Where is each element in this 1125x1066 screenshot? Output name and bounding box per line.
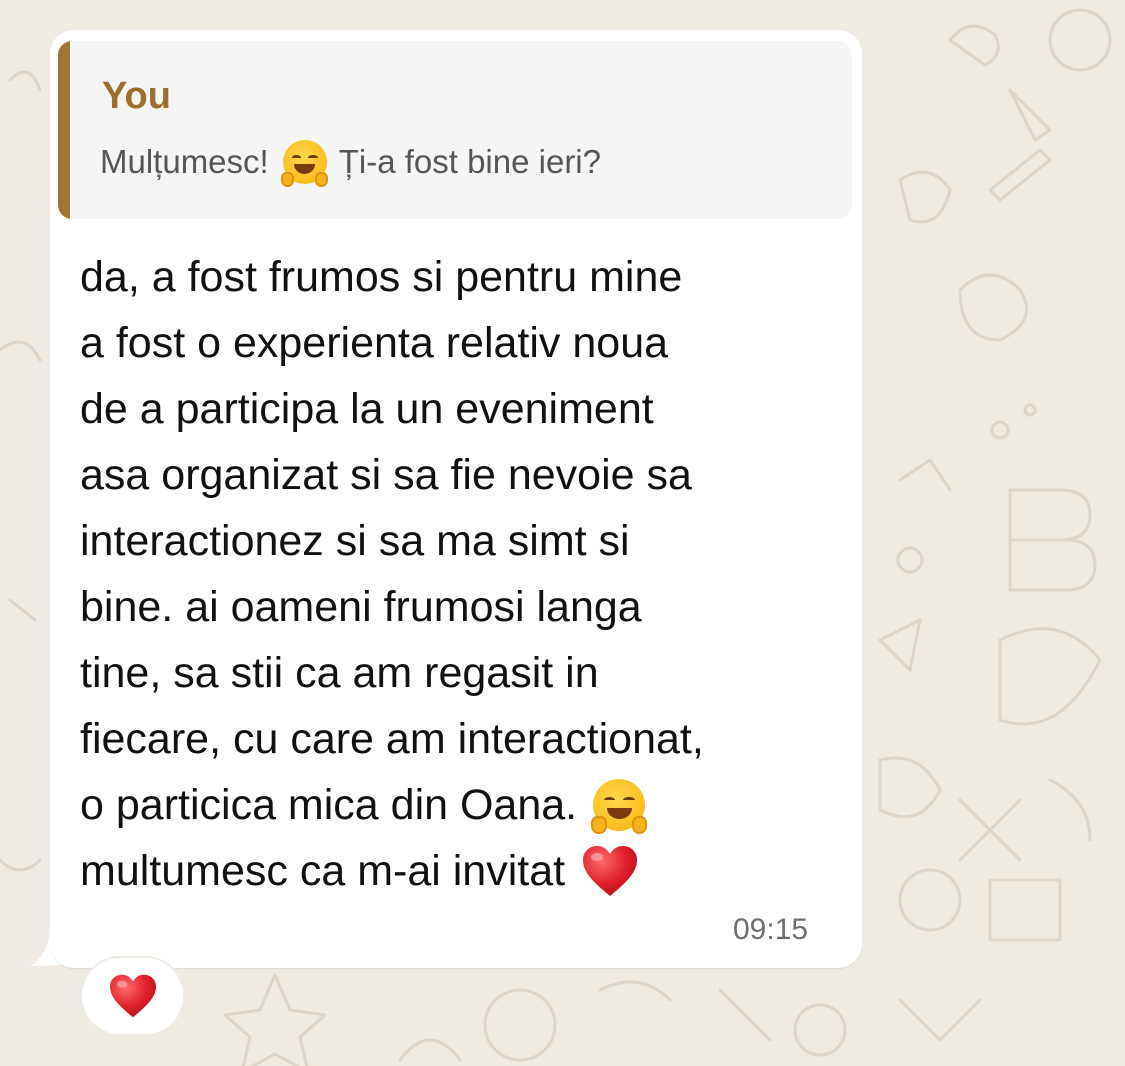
message-line: da, a fost frumos si pentru mine <box>80 253 683 301</box>
message-line: bine. ai oameni frumosi langa <box>80 583 642 631</box>
message-line: asa organizat si sa fie nevoie sa <box>80 451 692 499</box>
message-line-with-emoji: multumesc ca m-ai invitat <box>80 838 840 904</box>
message-line-text: multumesc ca m-ai invitat <box>80 847 566 895</box>
red-heart-icon <box>109 974 156 1018</box>
message-line: de a participa la un eveniment <box>80 385 654 433</box>
hugging-face-emoji-icon <box>591 779 648 835</box>
reaction-badge[interactable] <box>80 956 185 1036</box>
quoted-reply[interactable]: You Mulțumesc! Ți-a fost bine ieri? <box>58 41 852 219</box>
message-line-with-emoji: o particica mica din Oana. <box>80 772 840 838</box>
red-heart-icon <box>583 846 638 896</box>
message-line: interactionez si sa ma simt si <box>80 517 630 565</box>
quote-text-part-1: Mulțumesc! <box>100 143 269 180</box>
message-line-text: o particica mica din Oana. <box>80 781 578 829</box>
quote-text: Mulțumesc! Ți-a fost bine ieri? <box>100 140 601 187</box>
message-timestamp: 09:15 <box>733 913 809 946</box>
message-body: da, a fost frumos si pentru mine a fost … <box>80 244 840 904</box>
message-line: fiecare, cu care am interactionat, <box>80 715 704 763</box>
message-line: tine, sa stii ca am regasit in <box>80 649 599 697</box>
quote-text-part-2: Ți-a fost bine ieri? <box>338 143 601 180</box>
hugging-face-emoji-icon <box>280 140 329 187</box>
quote-author: You <box>102 75 171 117</box>
message-line: a fost o experienta relativ noua <box>80 319 669 367</box>
quote-accent-bar <box>58 41 70 219</box>
